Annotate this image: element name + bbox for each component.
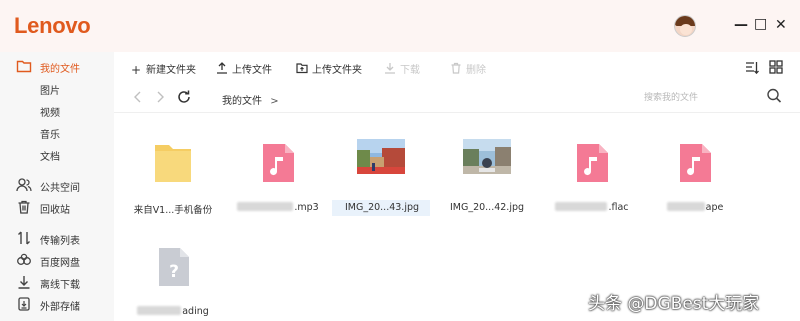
sidebar-item-music[interactable]: 音乐	[0, 121, 114, 143]
download-icon	[385, 63, 395, 74]
image-thumbnail	[357, 139, 405, 174]
file-name: 来自V1...手机备份	[133, 205, 213, 216]
download-button[interactable]: 下载	[384, 61, 420, 77]
sidebar-item-label: 离线下载	[40, 280, 80, 291]
sidebar-item-offline-download[interactable]: 离线下载	[0, 271, 114, 293]
sidebar-item-public-space[interactable]: 公共空间	[0, 174, 114, 196]
sidebar-item-label: 外部存储	[40, 302, 80, 313]
new-folder-button[interactable]: + 新建文件夹	[130, 61, 196, 77]
breadcrumb[interactable]: 我的文件 >	[222, 92, 279, 107]
file-item[interactable]: IMG_20...42.jpg	[435, 133, 539, 223]
title-bar: Lenovo — □ ✕	[0, 0, 800, 52]
plus-icon: +	[130, 63, 142, 77]
file-name: .flac	[540, 202, 644, 213]
watermark: 头条 @DGBest大玩家	[588, 294, 760, 314]
file-name: ape	[643, 202, 747, 213]
user-avatar[interactable]	[674, 15, 696, 37]
sidebar-item-baidu-netdisk[interactable]: 百度网盘	[0, 249, 114, 271]
redacted-text	[137, 306, 182, 315]
file-name: IMG_20...42.jpg	[449, 202, 525, 213]
forward-arrow-icon[interactable]	[154, 89, 166, 105]
audio-file-icon	[680, 144, 711, 182]
sidebar-item-images[interactable]: 图片	[0, 77, 114, 99]
sidebar-item-label: 百度网盘	[40, 258, 80, 269]
file-item[interactable]: 来自V1...手机备份	[121, 133, 225, 223]
sidebar-item-label: 传输列表	[40, 236, 80, 247]
sidebar-item-label: 文档	[40, 152, 60, 163]
toolbar: + 新建文件夹 上传文件 上传文件夹 下载 删除	[114, 52, 800, 84]
sidebar-item-label: 回收站	[40, 205, 70, 216]
file-name: ading	[121, 306, 225, 317]
trash-icon	[451, 62, 461, 74]
sidebar-item-label: 公共空间	[40, 183, 80, 194]
sidebar-item-videos[interactable]: 视频	[0, 99, 114, 121]
sidebar-item-label: 我的文件	[40, 64, 80, 75]
redacted-text	[237, 202, 294, 211]
sidebar-item-label: 视频	[40, 108, 60, 119]
breadcrumb-item[interactable]: 我的文件	[222, 96, 262, 107]
search-icon[interactable]	[766, 87, 782, 105]
chevron-right-icon: >	[270, 96, 279, 107]
file-item[interactable]: ape	[643, 133, 747, 223]
maximize-button[interactable]: □	[754, 16, 767, 32]
people-icon	[16, 178, 32, 192]
upload-folder-button[interactable]: 上传文件夹	[296, 61, 362, 77]
folder-icon	[16, 60, 32, 73]
svg-text:?: ?	[169, 262, 179, 282]
file-item[interactable]: ? ading	[121, 237, 225, 321]
sidebar-item-my-files[interactable]: 我的文件	[0, 55, 114, 77]
folder-icon	[155, 145, 191, 182]
navigation-bar: 我的文件 >	[114, 84, 800, 112]
divider	[114, 112, 800, 113]
unknown-file-icon: ?	[159, 248, 189, 286]
file-name: .mp3	[226, 202, 330, 213]
upload-icon	[217, 62, 227, 74]
cloud-icon	[17, 253, 31, 265]
upload-folder-icon	[296, 63, 308, 74]
sort-icon[interactable]	[744, 60, 760, 76]
file-item[interactable]: .mp3	[226, 133, 330, 223]
image-thumbnail	[463, 139, 511, 174]
redacted-text	[666, 202, 705, 211]
sidebar-item-label: 图片	[40, 86, 60, 97]
sidebar-item-label: 音乐	[40, 130, 60, 141]
minimize-button[interactable]: —	[734, 17, 748, 33]
download-icon	[18, 276, 30, 289]
refresh-icon[interactable]	[176, 89, 192, 105]
app-logo: Lenovo	[14, 13, 91, 38]
audio-file-icon	[577, 144, 608, 182]
transfer-icon	[18, 231, 30, 245]
sidebar: 我的文件 图片 视频 音乐 文档 公共空间 回收站 传输列表 百度网盘 离线下载…	[0, 52, 114, 321]
sidebar-item-recycle-bin[interactable]: 回收站	[0, 196, 114, 218]
upload-file-button[interactable]: 上传文件	[216, 61, 272, 77]
storage-icon	[18, 297, 30, 311]
file-item[interactable]: .flac	[540, 133, 644, 223]
redacted-text	[555, 202, 608, 211]
back-arrow-icon[interactable]	[132, 89, 144, 105]
sidebar-item-documents[interactable]: 文档	[0, 143, 114, 165]
file-name: IMG_20...43.jpg	[344, 202, 420, 213]
trash-icon	[18, 200, 30, 214]
file-item[interactable]: IMG_20...43.jpg	[330, 133, 434, 223]
audio-file-icon	[263, 144, 294, 182]
grid-view-icon[interactable]	[769, 60, 783, 74]
sidebar-item-transfer-list[interactable]: 传输列表	[0, 227, 114, 249]
delete-button[interactable]: 删除	[450, 61, 486, 77]
sidebar-item-external-storage[interactable]: 外部存储	[0, 293, 114, 315]
close-button[interactable]: ✕	[775, 17, 787, 33]
search-input[interactable]	[644, 88, 774, 108]
